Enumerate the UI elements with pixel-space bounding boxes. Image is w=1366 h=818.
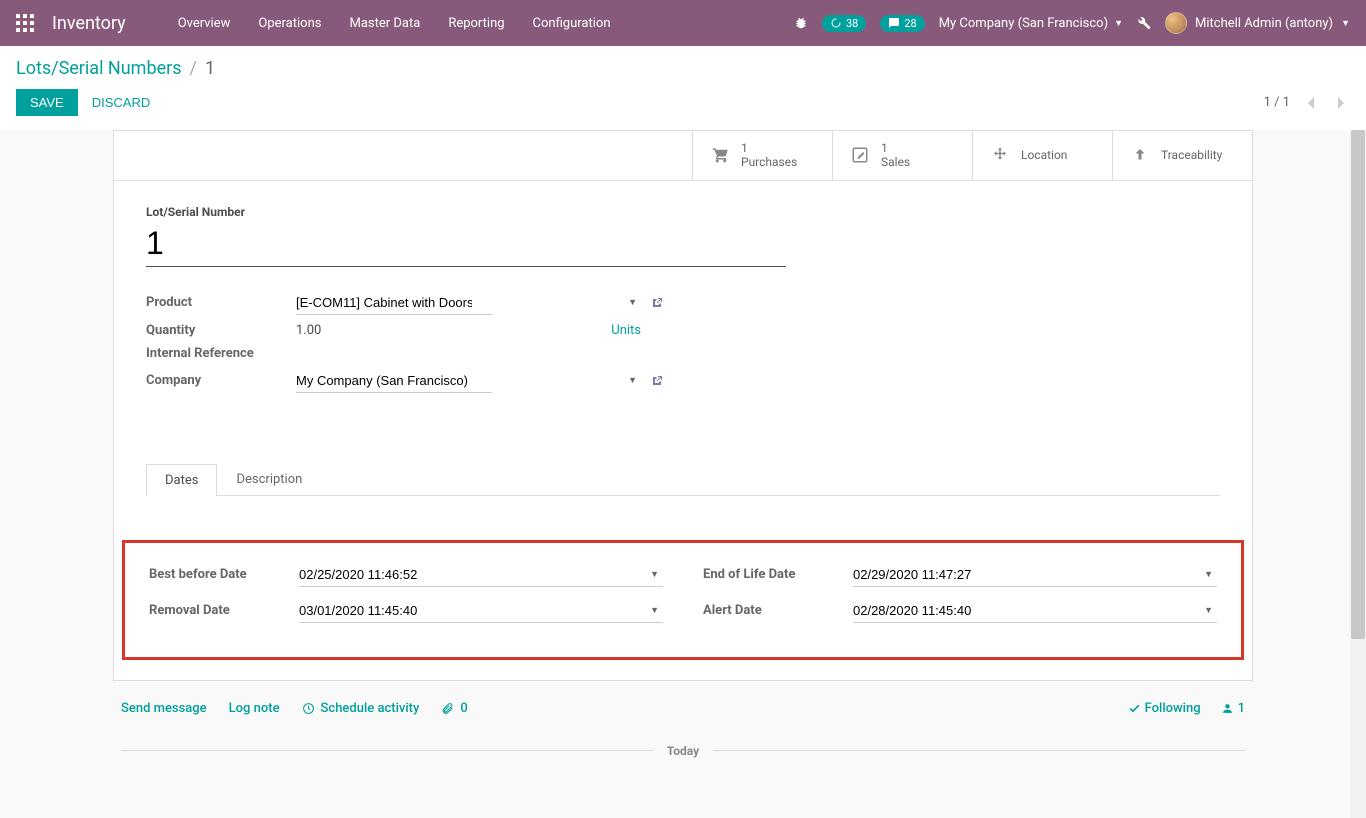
scrollbar[interactable] xyxy=(1350,130,1366,818)
lot-name-input[interactable] xyxy=(146,221,786,267)
pager-prev[interactable] xyxy=(1302,92,1320,114)
breadcrumb-sep: / xyxy=(190,58,197,79)
breadcrumb-parent[interactable]: Lots/Serial Numbers xyxy=(16,58,182,79)
notifications-badge[interactable]: 38 xyxy=(822,15,866,32)
form-sheet: 1 Purchases 1 Sales Location xyxy=(113,130,1253,681)
quantity-label: Quantity xyxy=(146,323,296,338)
removal-input[interactable] xyxy=(299,599,663,623)
intref-label: Internal Reference xyxy=(146,346,296,361)
eol-label: End of Life Date xyxy=(703,567,853,582)
user-menu[interactable]: Mitchell Admin (antony) ▼ xyxy=(1165,12,1350,34)
discard-button[interactable]: Discard xyxy=(78,89,165,116)
dropdown-icon: ▼ xyxy=(628,375,637,386)
avatar xyxy=(1165,12,1187,34)
product-input[interactable] xyxy=(296,291,492,315)
stat-purchases[interactable]: 1 Purchases xyxy=(692,131,832,180)
menu-master-data[interactable]: Master Data xyxy=(337,8,432,39)
menu-reporting[interactable]: Reporting xyxy=(436,8,516,39)
breadcrumb-current: 1 xyxy=(205,58,215,79)
pencil-square-icon xyxy=(851,146,871,164)
notifications-count: 38 xyxy=(846,17,858,30)
removal-label: Removal Date xyxy=(149,603,299,618)
followers-button[interactable]: 1 xyxy=(1221,701,1245,716)
breadcrumb: Lots/Serial Numbers / 1 xyxy=(16,58,1350,79)
messages-count: 28 xyxy=(904,17,916,30)
dropdown-icon: ▼ xyxy=(628,297,637,308)
company-label: Company xyxy=(146,373,296,388)
save-button[interactable]: Save xyxy=(16,89,78,116)
pager-next[interactable] xyxy=(1332,92,1350,114)
caret-down-icon: ▼ xyxy=(1114,18,1123,29)
menu-operations[interactable]: Operations xyxy=(246,8,333,39)
eol-input[interactable] xyxy=(853,563,1217,587)
company-input[interactable] xyxy=(296,369,492,393)
tab-dates[interactable]: Dates xyxy=(146,464,217,496)
chatter: Send message Log note Schedule activity … xyxy=(113,681,1253,788)
stat-sales[interactable]: 1 Sales xyxy=(832,131,972,180)
navbar-menu: Overview Operations Master Data Reportin… xyxy=(166,8,623,39)
arrow-up-icon xyxy=(1131,146,1151,164)
main-navbar: Inventory Overview Operations Master Dat… xyxy=(0,0,1366,46)
best-before-label: Best before Date xyxy=(149,567,299,582)
quantity-unit-link[interactable]: Units xyxy=(611,323,641,338)
dates-panel: Best before Date ▼ End of Life Date ▼ Re… xyxy=(122,540,1244,660)
menu-overview[interactable]: Overview xyxy=(166,8,243,39)
alert-label: Alert Date xyxy=(703,603,853,618)
alert-input[interactable] xyxy=(853,599,1217,623)
attachments-button[interactable]: 0 xyxy=(441,701,467,716)
apps-icon[interactable] xyxy=(16,14,34,32)
tab-description[interactable]: Description xyxy=(217,463,321,495)
caret-down-icon: ▼ xyxy=(1341,18,1350,29)
app-brand[interactable]: Inventory xyxy=(52,13,126,34)
log-note-button[interactable]: Log note xyxy=(229,701,280,716)
product-external-link[interactable] xyxy=(651,297,663,309)
stat-traceability[interactable]: Traceability xyxy=(1112,131,1252,180)
today-separator: Today xyxy=(653,744,713,758)
company-switcher[interactable]: My Company (San Francisco) ▼ xyxy=(939,16,1123,31)
pager: 1 / 1 xyxy=(1264,92,1350,114)
cart-icon xyxy=(711,146,731,164)
messages-badge[interactable]: 28 xyxy=(880,15,924,32)
pager-text: 1 / 1 xyxy=(1264,95,1290,110)
best-before-input[interactable] xyxy=(299,563,663,587)
developer-tools-icon[interactable] xyxy=(1137,16,1151,30)
send-message-button[interactable]: Send message xyxy=(121,701,207,716)
debug-icon[interactable] xyxy=(794,16,808,30)
arrows-icon xyxy=(991,146,1011,164)
product-label: Product xyxy=(146,295,296,310)
company-external-link[interactable] xyxy=(651,375,663,387)
quantity-value: 1.00 xyxy=(296,323,321,338)
following-indicator[interactable]: Following xyxy=(1128,701,1201,716)
stat-location[interactable]: Location xyxy=(972,131,1112,180)
title-label: Lot/Serial Number xyxy=(146,205,1220,219)
schedule-activity-button[interactable]: Schedule activity xyxy=(302,701,420,716)
menu-configuration[interactable]: Configuration xyxy=(521,8,623,39)
